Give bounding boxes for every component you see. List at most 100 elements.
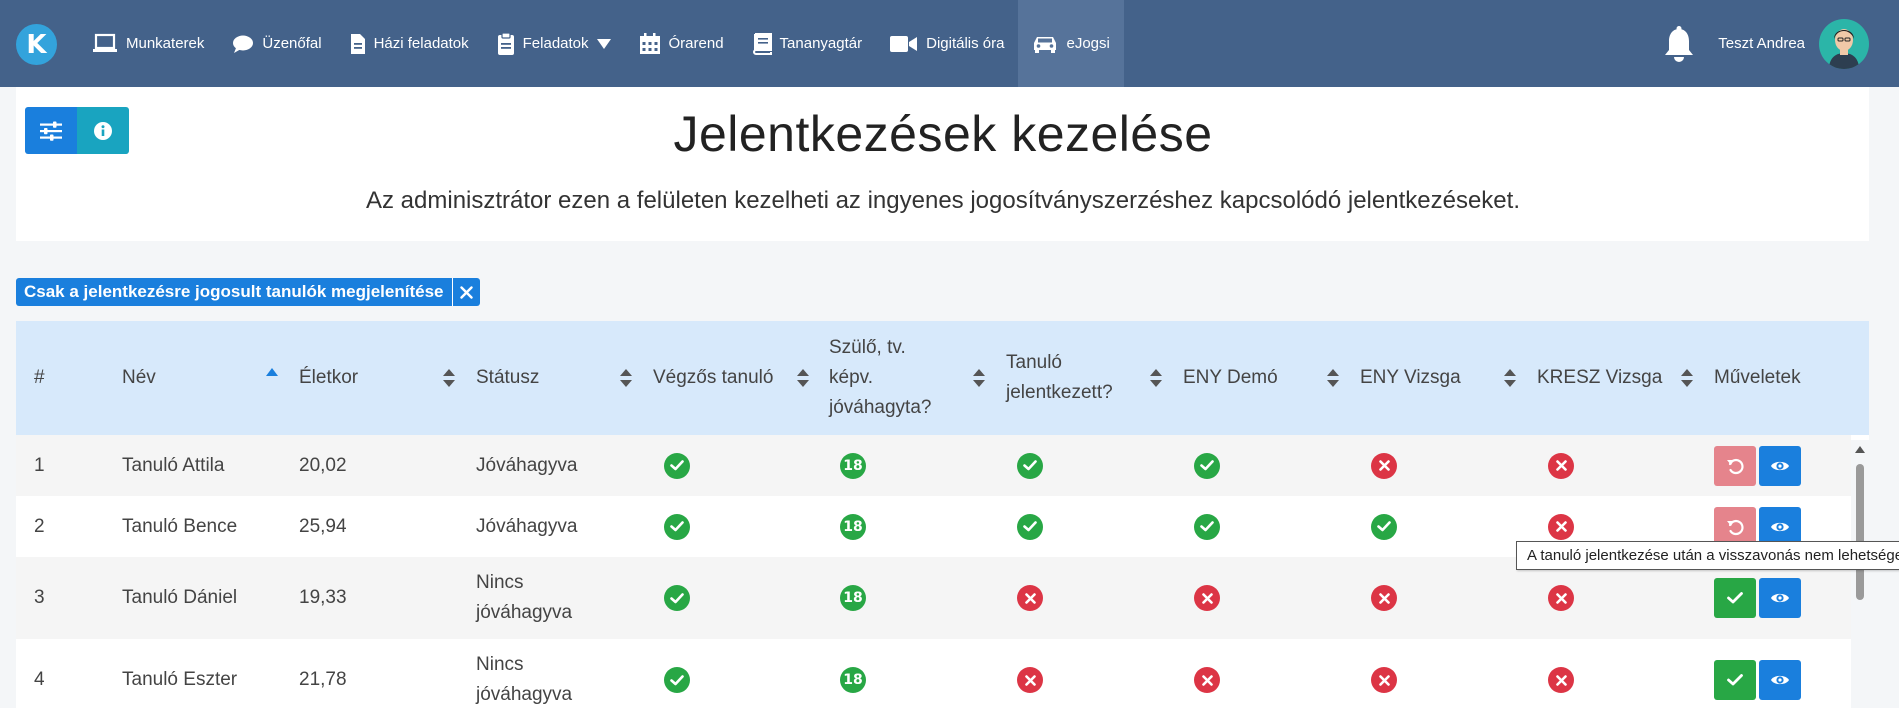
revoke-button[interactable]: [1714, 445, 1756, 486]
col-header-eny-demo[interactable]: ENY Demó: [1183, 321, 1339, 435]
remove-filter-button[interactable]: [451, 278, 480, 306]
cell-szulo: 18: [840, 435, 866, 496]
approve-button[interactable]: [1714, 578, 1756, 618]
student-age: 20,02: [299, 454, 347, 476]
user-area: Teszt Andrea: [1662, 0, 1869, 87]
nav-item-digitalis-ora[interactable]: Digitális óra: [876, 0, 1018, 87]
cell-kresz: [1548, 435, 1574, 496]
nav-item-orarend[interactable]: Órarend: [625, 0, 738, 87]
x-circle-icon: [1371, 585, 1397, 611]
nav-label: Házi feladatok: [373, 35, 469, 52]
status-text: Nincs jóváhagyva: [476, 654, 573, 705]
col-header-age[interactable]: Életkor: [299, 321, 455, 435]
check-circle-icon: [1194, 452, 1220, 479]
cell-eny-demo: [1194, 435, 1220, 496]
car-icon: [1034, 36, 1057, 53]
x-circle-icon: [1194, 667, 1220, 693]
cell-jelentkezett: [1017, 639, 1043, 708]
view-button[interactable]: [1759, 660, 1801, 700]
sort-icon: [1150, 369, 1162, 387]
check-circle-icon: [664, 513, 690, 540]
undo-disabled-tooltip: A tanuló jelentkezése után a visszavonás…: [1516, 541, 1899, 570]
sort-icon: [1681, 369, 1693, 387]
nav-item-ejogsi[interactable]: eJogsi: [1018, 0, 1124, 87]
nav-label: Tananyagtár: [779, 35, 863, 52]
cell-eny-demo: [1194, 557, 1220, 639]
calendar-icon: [639, 32, 660, 54]
filter-chip-label: Csak a jelentkezésre jogosult tanulók me…: [16, 278, 452, 306]
approve-button[interactable]: [1714, 660, 1756, 700]
x-circle-icon: [1371, 667, 1397, 693]
col-header-student-applied[interactable]: Tanuló jelentkezett?: [1006, 321, 1162, 435]
page-title: Jelentkezések kezelése: [673, 106, 1213, 162]
app-logo[interactable]: K: [16, 24, 57, 65]
nav-item-feladatok[interactable]: Feladatok: [483, 0, 625, 87]
table-scrollbar[interactable]: [1851, 440, 1869, 708]
col-header-graduating[interactable]: Végzős tanuló: [653, 321, 809, 435]
x-circle-icon: [1194, 585, 1220, 611]
student-name: Tanuló Dániel: [122, 587, 238, 608]
x-circle-icon: [1371, 452, 1397, 479]
page-gutter: [1869, 87, 1899, 708]
main-nav: Munkaterek Üzenőfal Házi feladatok Felad…: [78, 0, 1124, 87]
sort-icon: [797, 369, 809, 387]
sort-icon: [443, 369, 455, 387]
student-age: 21,78: [299, 669, 347, 690]
col-header-actions: Műveletek: [1714, 367, 1801, 388]
scroll-up-arrow-icon[interactable]: [1855, 446, 1865, 453]
col-header-eny-exam[interactable]: ENY Vizsga: [1360, 321, 1516, 435]
nav-item-hazi-feladatok[interactable]: Házi feladatok: [336, 0, 483, 87]
view-button[interactable]: [1759, 578, 1801, 618]
view-button[interactable]: [1759, 445, 1801, 486]
chevron-down-icon: [596, 38, 611, 49]
check-circle-icon: [664, 667, 690, 693]
check-circle-icon: [1017, 513, 1043, 540]
laptop-icon: [93, 33, 117, 52]
x-circle-icon: [1017, 667, 1043, 693]
clipboard-icon: [497, 31, 514, 55]
table-row: 1 Tanuló Attila 20,02 Jóváhagyva 18: [16, 435, 1851, 496]
active-filter-chip: Csak a jelentkezésre jogosult tanulók me…: [16, 278, 480, 306]
col-header-parent-approved[interactable]: Szülő, tv. képv. jóváhagyta?: [829, 321, 985, 435]
student-name: Tanuló Bence: [122, 515, 238, 537]
page-subtitle: Az adminisztrátor ezen a felületen kezel…: [366, 187, 1520, 214]
cell-eny-vizsga: [1371, 496, 1397, 557]
cell-eny-vizsga: [1371, 557, 1397, 639]
nav-label: Órarend: [668, 35, 724, 52]
row-number: 2: [34, 515, 45, 537]
x-circle-icon: [1548, 513, 1574, 540]
sort-asc-icon: [266, 368, 278, 376]
col-header-kresz-exam[interactable]: KRESZ Vizsga: [1537, 321, 1693, 435]
row-actions: [1714, 435, 1804, 496]
cell-eny-demo: [1194, 639, 1220, 708]
student-name: Tanuló Attila: [122, 454, 225, 476]
close-icon: [459, 285, 473, 299]
status-text: Jóváhagyva: [476, 515, 578, 537]
avatar[interactable]: [1819, 18, 1869, 69]
chat-bubble-icon: [233, 35, 254, 53]
student-name: Tanuló Eszter: [122, 669, 238, 690]
nav-label: Munkaterek: [126, 35, 205, 52]
user-name[interactable]: Teszt Andrea: [1718, 35, 1805, 52]
top-navbar: K Munkaterek Üzenőfal Házi feladatok Fel…: [0, 0, 1899, 87]
age-18-badge-icon: 18: [840, 452, 866, 479]
scrollbar-thumb[interactable]: [1856, 464, 1864, 600]
nav-label: Feladatok: [522, 35, 589, 52]
nav-item-tananyagtar[interactable]: Tananyagtár: [738, 0, 877, 87]
col-header-name[interactable]: Név: [122, 321, 278, 435]
cell-jelentkezett: [1017, 557, 1043, 639]
col-header-status[interactable]: Státusz: [476, 321, 632, 435]
notification-bell-icon[interactable]: [1662, 25, 1696, 62]
nav-item-munkaterek[interactable]: Munkaterek: [78, 0, 218, 87]
sort-icon: [973, 369, 985, 387]
check-circle-icon: [1017, 452, 1043, 479]
check-circle-icon: [1371, 513, 1397, 540]
cell-kresz: [1548, 639, 1574, 708]
nav-item-uzenofal[interactable]: Üzenőfal: [218, 0, 335, 87]
x-circle-icon: [1548, 452, 1574, 479]
cell-eny-vizsga: [1371, 435, 1397, 496]
cell-jelentkezett: [1017, 496, 1043, 557]
nav-label: Üzenőfal: [262, 35, 322, 52]
student-age: 19,33: [299, 587, 347, 608]
x-circle-icon: [1548, 585, 1574, 611]
